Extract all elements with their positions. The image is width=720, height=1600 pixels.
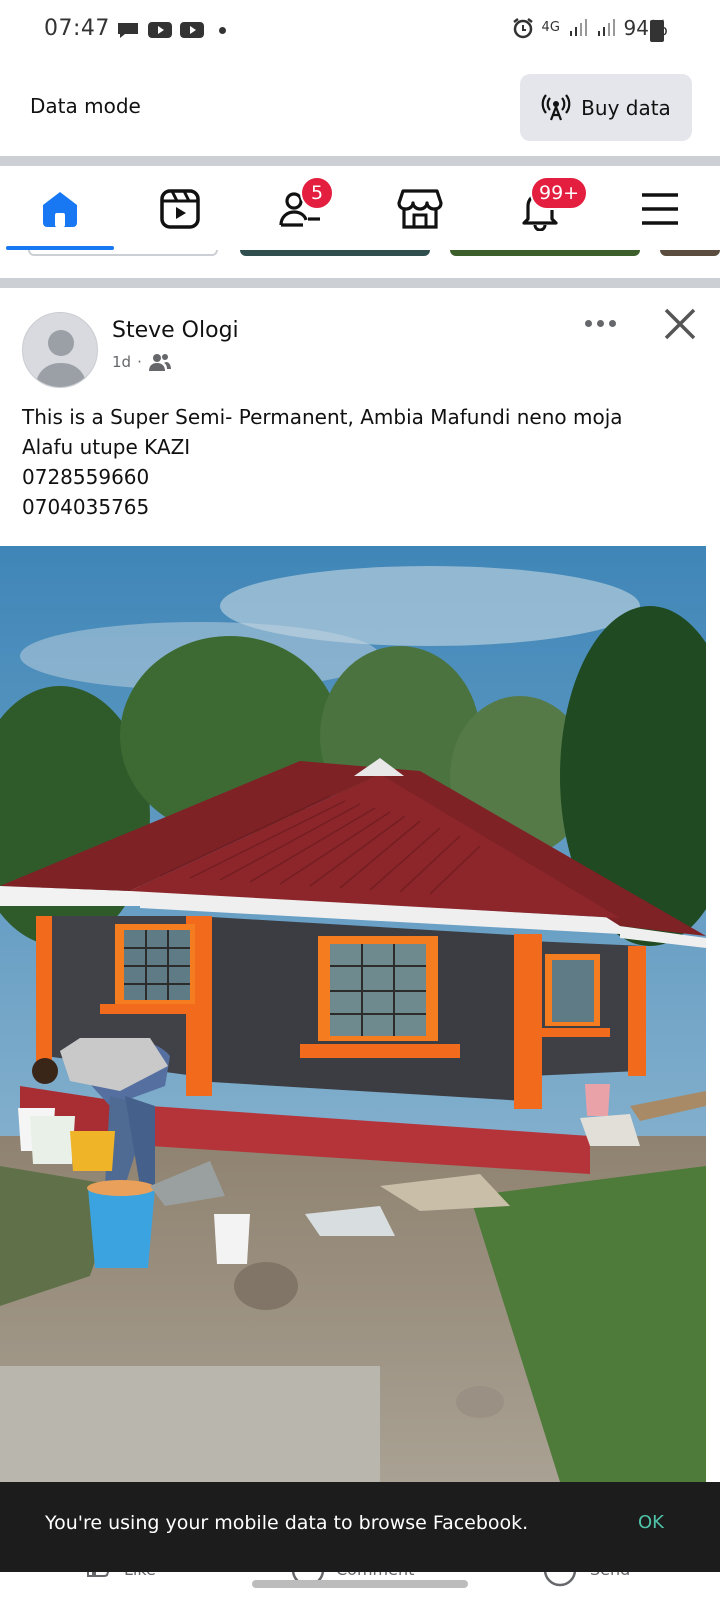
main-nav: 5 99+	[0, 166, 720, 252]
signal-icon	[597, 19, 615, 36]
marketplace-icon	[397, 189, 443, 229]
network-type: 4G	[541, 20, 560, 35]
friends-audience-icon	[148, 354, 171, 371]
house-photo-illustration	[0, 546, 706, 1482]
post-text-line: 0704035765	[22, 495, 150, 519]
divider	[0, 156, 720, 166]
post-time: 1d	[112, 353, 132, 371]
signal-icon	[569, 19, 587, 36]
nav-friends[interactable]: 5	[240, 166, 360, 252]
close-icon[interactable]	[660, 304, 700, 344]
data-mode-label: Data mode	[30, 94, 141, 118]
nav-notifications[interactable]: 99+	[480, 166, 600, 252]
nav-video[interactable]	[120, 166, 240, 252]
post-text-line: Alafu utupe KAZI	[22, 435, 191, 459]
snackbar-ok-button[interactable]: OK	[638, 1512, 664, 1533]
avatar[interactable]	[22, 312, 98, 388]
default-avatar-icon	[35, 330, 87, 387]
post-photo[interactable]	[0, 546, 706, 1482]
stories-strip-edge	[0, 250, 720, 256]
post-meta: 1d ·	[112, 352, 172, 372]
notifications-badge: 99+	[530, 176, 589, 210]
divider	[0, 278, 720, 288]
nav-menu[interactable]	[600, 166, 720, 252]
youtube-icon	[180, 22, 204, 38]
more-notifications-dot	[219, 26, 226, 34]
chat-bubble-icon	[118, 23, 138, 38]
status-time: 07:47	[44, 16, 110, 41]
friends-badge: 5	[300, 176, 334, 210]
gesture-bar[interactable]	[252, 1580, 468, 1588]
nav-home[interactable]	[0, 166, 120, 252]
youtube-icon	[148, 22, 172, 38]
post-text: This is a Super Semi- Permanent, Ambia M…	[22, 402, 702, 522]
alarm-icon	[512, 18, 533, 39]
status-bar: 07:47 4G 94%	[0, 0, 720, 64]
buy-data-label: Buy data	[581, 95, 671, 120]
nav-marketplace[interactable]	[360, 166, 480, 252]
battery-icon	[650, 20, 664, 42]
data-mode-bar: Data mode Buy data	[0, 64, 720, 154]
broadcast-tower-icon	[541, 93, 571, 120]
hamburger-menu-icon	[642, 193, 678, 225]
video-icon	[160, 189, 200, 229]
home-icon	[43, 192, 77, 227]
author-name[interactable]: Steve Ologi	[112, 318, 239, 343]
buy-data-button[interactable]: Buy data	[520, 74, 692, 141]
notification-icons	[115, 20, 226, 40]
more-options-button[interactable]	[578, 306, 622, 340]
snackbar-message: You're using your mobile data to browse …	[45, 1512, 529, 1534]
post-text-line: 0728559660	[22, 465, 150, 489]
status-right: 4G 94%	[512, 16, 668, 40]
post-text-line: This is a Super Semi- Permanent, Ambia M…	[22, 405, 623, 429]
meta-separator: ·	[137, 353, 142, 371]
mobile-data-snackbar: You're using your mobile data to browse …	[0, 1482, 720, 1572]
